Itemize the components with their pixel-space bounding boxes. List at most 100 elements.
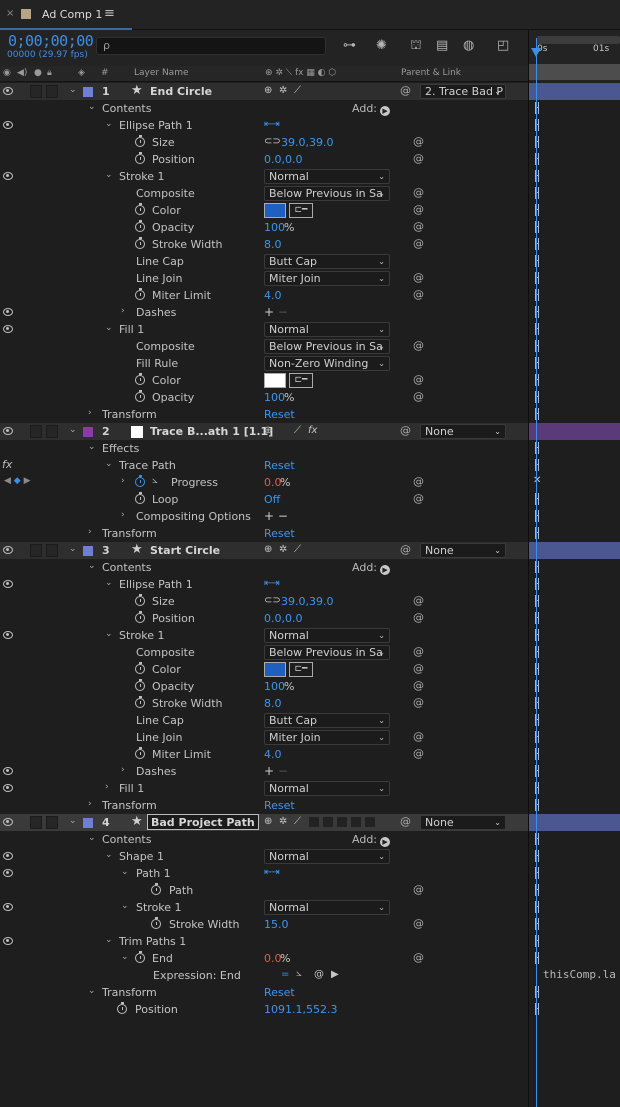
visibility-eye-icon[interactable]	[3, 546, 13, 554]
pickwhip-icon[interactable]: @	[413, 492, 424, 505]
blend-mode-dropdown[interactable]: Normal ⌄	[264, 322, 390, 337]
pickwhip-icon[interactable]: @	[413, 135, 424, 148]
pickwhip-icon[interactable]: @	[413, 288, 424, 301]
pickwhip-icon[interactable]: @	[413, 475, 424, 488]
twirl-right-icon[interactable]: ›	[105, 782, 109, 792]
blend-mode-dropdown[interactable]: Normal ⌄	[264, 169, 390, 184]
add-remove-dash-icon[interactable]: + −	[264, 305, 288, 319]
pickwhip-icon[interactable]: @	[413, 271, 424, 284]
twirl-down-icon[interactable]: ⌄	[88, 102, 96, 112]
twirl-down-icon[interactable]: ⌄	[121, 867, 129, 877]
visibility-eye-icon[interactable]	[3, 767, 13, 775]
3d-switch-box[interactable]	[364, 816, 376, 828]
layer-duration-bar[interactable]	[529, 542, 620, 559]
stopwatch-icon[interactable]	[135, 288, 145, 300]
ellipse-path-row[interactable]: ⌄ Ellipse Path 1 ⇤⇥	[0, 576, 620, 593]
visibility-eye-icon[interactable]	[3, 87, 13, 95]
contents-row[interactable]: ⌄ Contents Add: ▶	[0, 831, 620, 848]
size-value[interactable]: 39.0,39.0	[281, 595, 333, 608]
twirl-down-icon[interactable]: ⌄	[88, 561, 96, 571]
shape-group-row[interactable]: ⌄ Shape 1 Normal ⌄	[0, 848, 620, 865]
twirl-down-icon[interactable]: ⌄	[88, 986, 96, 996]
pickwhip-icon[interactable]: @	[413, 186, 424, 199]
stopwatch-icon[interactable]	[135, 696, 145, 708]
adjustment-switch-box[interactable]	[350, 816, 362, 828]
opacity-value[interactable]: 100	[264, 680, 285, 693]
graph-editor-icon[interactable]: ◰	[497, 38, 509, 53]
stopwatch-icon[interactable]	[135, 373, 145, 385]
reset-link[interactable]: Reset	[264, 459, 295, 472]
collapse-switch-icon[interactable]: ✲	[279, 85, 287, 96]
transform-row[interactable]: › Transform Reset	[0, 406, 620, 423]
twirl-right-icon[interactable]: ›	[121, 476, 125, 486]
loop-value[interactable]: Off	[264, 493, 280, 506]
fill-rule-dropdown[interactable]: Non-Zero Winding ⌄	[264, 356, 390, 371]
size-row[interactable]: Size ⊂⊃ 39.0,39.0 @	[0, 134, 620, 151]
pickwhip-icon[interactable]: @	[413, 373, 424, 386]
visibility-eye-icon[interactable]	[3, 308, 13, 316]
fill-row[interactable]: ⌄ Fill 1 Normal ⌄	[0, 321, 620, 338]
visibility-eye-icon[interactable]	[3, 852, 13, 860]
effects-switch-icon[interactable]: fx	[308, 425, 317, 436]
lock-toggle[interactable]	[46, 816, 58, 829]
pickwhip-icon[interactable]: @	[400, 84, 411, 97]
twirl-right-icon[interactable]: ›	[88, 527, 92, 537]
twirl-down-icon[interactable]: ⌄	[88, 833, 96, 843]
twirl-down-icon[interactable]: ⌄	[105, 629, 113, 639]
twirl-right-icon[interactable]: ›	[121, 306, 125, 316]
quality-switch-icon[interactable]: ⟋	[294, 425, 301, 436]
twirl-down-icon[interactable]: ⌄	[105, 323, 113, 333]
solo-toggle[interactable]	[30, 85, 42, 98]
shy-switch-icon[interactable]: ⊕	[264, 816, 272, 827]
twirl-down-icon[interactable]: ⌄	[69, 85, 77, 95]
stroke-width-row[interactable]: Stroke Width 8.0 @	[0, 695, 620, 712]
current-time-indicator-line[interactable]	[536, 38, 537, 1107]
stroke-row[interactable]: ⌄ Stroke 1 Normal ⌄	[0, 627, 620, 644]
pickwhip-icon[interactable]: @	[413, 645, 424, 658]
work-area-bar[interactable]	[529, 64, 620, 80]
blend-mode-dropdown[interactable]: Normal ⌄	[264, 900, 390, 915]
layer-row-bad-project-path[interactable]: ⌄ 4 ★ Bad Project Path ⊕ ✲ ⟋ @ None ⌄	[0, 814, 620, 831]
expression-graph-icon[interactable]: ⦣	[296, 968, 302, 979]
pickwhip-icon[interactable]: @	[413, 594, 424, 607]
opacity-value[interactable]: 100	[264, 391, 285, 404]
solo-toggle[interactable]	[30, 425, 42, 438]
expression-pickwhip-icon[interactable]: @	[314, 969, 324, 980]
lock-toggle[interactable]	[46, 425, 58, 438]
fill-opacity-row[interactable]: Opacity 100 % @	[0, 389, 620, 406]
stopwatch-icon[interactable]	[135, 152, 145, 164]
line-cap-dropdown[interactable]: Butt Cap ⌄	[264, 254, 390, 269]
twirl-down-icon[interactable]: ⌄	[69, 816, 77, 826]
path-direction-icon[interactable]: ⇤⇥	[264, 867, 280, 878]
dashes-row[interactable]: › Dashes + −	[0, 304, 620, 321]
expression-text[interactable]: thisComp.la	[543, 968, 616, 981]
twirl-down-icon[interactable]: ⌄	[105, 459, 113, 469]
layer-name[interactable]: Trace B...ath 1 [1.1]	[150, 425, 273, 438]
path-group-row[interactable]: ⌄ Path 1 ⇤⇥	[0, 865, 620, 882]
compositing-options-row[interactable]: › Compositing Options + −	[0, 508, 620, 525]
quality-switch-icon[interactable]: ⟋	[294, 85, 301, 96]
stroke-row[interactable]: ⌄ Stroke 1 Normal ⌄	[0, 168, 620, 185]
line-join-dropdown[interactable]: Miter Join ⌄	[264, 271, 390, 286]
pickwhip-icon[interactable]: @	[413, 390, 424, 403]
stopwatch-icon[interactable]	[135, 220, 145, 232]
pickwhip-icon[interactable]: @	[413, 747, 424, 760]
trim-paths-row[interactable]: ⌄ Trim Paths 1	[0, 933, 620, 950]
lock-toggle[interactable]	[46, 85, 58, 98]
path-row[interactable]: Path @	[0, 882, 620, 899]
visibility-eye-icon[interactable]	[3, 631, 13, 639]
stopwatch-icon[interactable]	[117, 1002, 127, 1014]
frame-blending-icon[interactable]: ▤	[436, 38, 448, 53]
reset-link[interactable]: Reset	[264, 408, 295, 421]
visibility-eye-icon[interactable]	[3, 580, 13, 588]
twirl-down-icon[interactable]: ⌄	[105, 850, 113, 860]
twirl-down-icon[interactable]: ⌄	[105, 935, 113, 945]
layer-label-color[interactable]	[83, 87, 93, 97]
frame-blend-switch-box[interactable]	[322, 816, 334, 828]
twirl-down-icon[interactable]: ⌄	[105, 119, 113, 129]
visibility-eye-icon[interactable]	[3, 172, 13, 180]
layer-duration-bar[interactable]	[529, 423, 620, 440]
layer-label-color[interactable]	[83, 546, 93, 556]
expression-enable-icon[interactable]: =	[281, 969, 289, 980]
layer-duration-bar[interactable]	[529, 814, 620, 831]
